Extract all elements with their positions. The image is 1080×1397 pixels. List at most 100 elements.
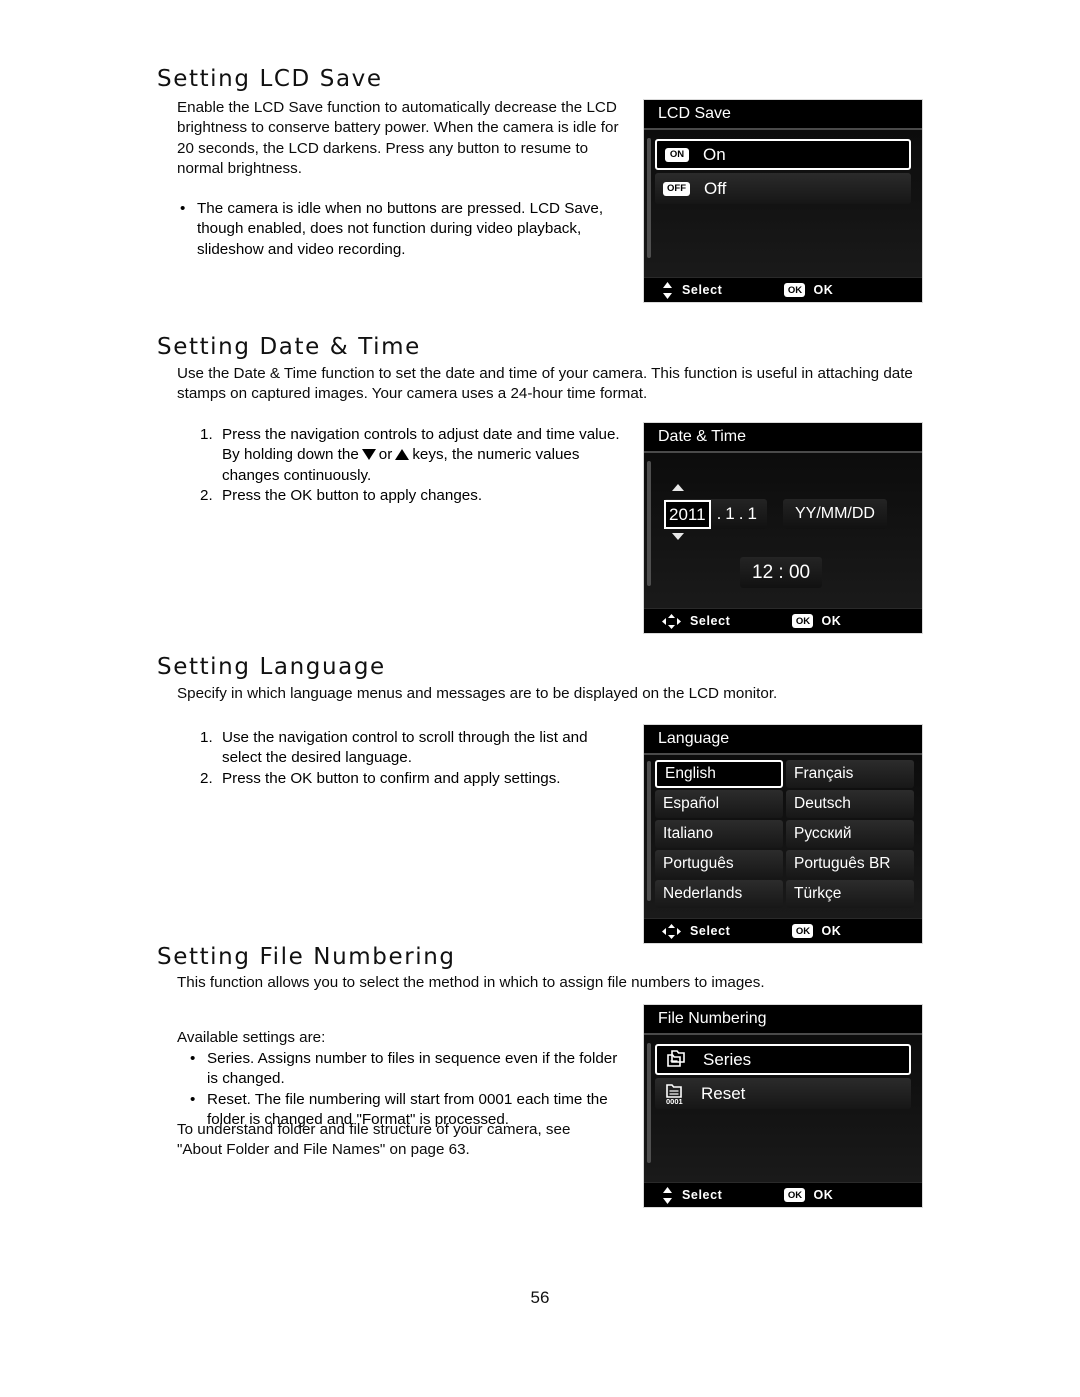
option-label-reset: Reset (701, 1083, 746, 1103)
scrollbar-track[interactable] (647, 761, 651, 901)
language-item-russian[interactable]: Русский (786, 820, 914, 848)
page-title-file-numbering: Setting File Numbering (157, 944, 456, 970)
date-value-group[interactable]: 2011 . 1 . 1 (664, 499, 767, 529)
step-marker: 1. (200, 729, 213, 746)
four-way-arrow-icon (662, 613, 681, 629)
date-time-footer: Select OK OK (644, 608, 922, 633)
lcd-screen-date-time: Date & Time 2011 . 1 . 1 YY/MM/DD 12 : 0… (643, 422, 923, 634)
language-steps: 1. Use the navigation control to scroll … (200, 728, 620, 789)
folder-series-icon (665, 1049, 689, 1071)
list-item: 2. Press the OK button to apply changes. (200, 486, 620, 506)
ok-hint-label: OK (821, 614, 842, 628)
file-numbering-footer: Select OK OK (644, 1182, 922, 1207)
year-field[interactable]: 2011 (664, 499, 711, 529)
day-field[interactable]: 1 (748, 504, 757, 524)
caret-up-icon[interactable] (672, 484, 684, 491)
month-field[interactable]: 1 (725, 504, 734, 524)
lcd-save-footer: Select OK OK (644, 277, 922, 302)
language-item-deutsch[interactable]: Deutsch (786, 790, 914, 818)
language-title: Language (658, 730, 730, 747)
step-text: Press the OK button to confirm and apply… (222, 769, 561, 787)
lcd-save-title-bar: LCD Save (644, 100, 922, 130)
lcd-screen-file-numbering: File Numbering Series 0001 Reset Select … (643, 1004, 923, 1208)
language-footer: Select OK OK (644, 918, 922, 943)
ok-badge-icon: OK (784, 1188, 806, 1202)
ok-hint-label: OK (813, 1188, 834, 1202)
bullet-text: Series. Assigns number to files in seque… (207, 1050, 618, 1088)
svg-text:0001: 0001 (666, 1097, 683, 1105)
lcd-screen-lcd-save: LCD Save ON On OFF Off Select OK OK (643, 99, 923, 303)
option-row-series[interactable]: Series (655, 1044, 911, 1075)
lcd-save-body: ON On OFF Off (644, 130, 922, 277)
step-marker: 1. (200, 426, 213, 443)
language-title-bar: Language (644, 725, 922, 755)
off-badge-icon: OFF (663, 181, 690, 196)
folder-reset-icon: 0001 (663, 1083, 687, 1106)
select-hint-label: Select (682, 1188, 723, 1202)
step-text: Press the OK button to apply changes. (222, 487, 483, 505)
option-label-on: On (703, 144, 726, 164)
date-row: 2011 . 1 . 1 YY/MM/DD (664, 499, 887, 529)
up-down-arrow-icon (662, 281, 673, 299)
page-title-language: Setting Language (157, 654, 386, 680)
bullet-dot-icon: • (190, 1050, 196, 1067)
list-item: 1. Use the navigation control to scroll … (200, 728, 620, 769)
date-time-body: 2011 . 1 . 1 YY/MM/DD 12 : 00 (644, 453, 922, 608)
bullet-dot-icon: • (180, 200, 186, 217)
date-separator-2: . (738, 504, 744, 523)
ok-badge-icon: OK (792, 924, 814, 938)
lcd-save-paragraph: Enable the LCD Save function to automati… (177, 99, 619, 178)
language-item-nederlands[interactable]: Nederlands (655, 880, 783, 908)
select-hint-label: Select (682, 283, 723, 297)
caret-down-icon[interactable] (672, 533, 684, 540)
language-item-italiano[interactable]: Italiano (655, 820, 783, 848)
file-numbering-paragraph: This function allows you to select the m… (177, 974, 765, 991)
language-paragraph: Specify in which language menus and mess… (177, 685, 778, 702)
up-down-arrow-icon (662, 1186, 673, 1204)
select-hint-label: Select (690, 614, 731, 628)
date-time-title-bar: Date & Time (644, 423, 922, 453)
arrow-up-icon (395, 449, 410, 461)
language-item-english[interactable]: English (655, 760, 783, 788)
date-time-steps: 1. Press the navigation controls to adju… (200, 425, 620, 507)
scrollbar-track[interactable] (647, 1043, 651, 1163)
page-title-date-time: Setting Date & Time (157, 334, 421, 360)
page-title-lcd-save: Setting LCD Save (157, 66, 383, 92)
step-text-part-2: or (378, 446, 393, 464)
language-item-turkce[interactable]: Türkçe (786, 880, 914, 908)
bullet-text: The camera is idle when no buttons are p… (197, 200, 604, 258)
file-numbering-title-bar: File Numbering (644, 1005, 922, 1035)
time-field[interactable]: 12 : 00 (740, 557, 823, 588)
option-label-off: Off (704, 178, 727, 198)
step-text: Use the navigation control to scroll thr… (222, 729, 588, 767)
scrollbar-track[interactable] (647, 138, 651, 258)
list-item: 2. Press the OK button to confirm and ap… (200, 769, 620, 789)
arrow-down-icon (361, 449, 376, 461)
step-text: Press the navigation controls to adjust … (222, 425, 620, 486)
date-separator-1: . (716, 504, 722, 523)
language-item-francais[interactable]: Français (786, 760, 914, 788)
manual-page: Setting LCD Save Enable the LCD Save fun… (0, 0, 1080, 1397)
lcd-save-bullets: • The camera is idle when no buttons are… (180, 199, 610, 260)
option-row-off[interactable]: OFF Off (655, 173, 911, 204)
language-body: English Français Español Deutsch Italian… (644, 755, 922, 918)
lcd-screen-language: Language English Français Español Deutsc… (643, 724, 923, 944)
file-numbering-title: File Numbering (658, 1010, 767, 1027)
scrollbar-track[interactable] (647, 461, 651, 586)
four-way-arrow-icon (662, 923, 681, 939)
date-format-field[interactable]: YY/MM/DD (782, 499, 887, 529)
ok-hint-label: OK (813, 283, 834, 297)
option-row-reset[interactable]: 0001 Reset (655, 1078, 911, 1109)
file-numbering-available-label: Available settings are: (177, 1029, 326, 1046)
select-hint-label: Select (690, 924, 731, 938)
language-grid: English Français Español Deutsch Italian… (644, 755, 922, 914)
language-item-portugues-br[interactable]: Português BR (786, 850, 914, 878)
ok-badge-icon: OK (784, 283, 806, 297)
date-time-title: Date & Time (658, 428, 747, 445)
option-row-on[interactable]: ON On (655, 139, 911, 170)
list-item: • The camera is idle when no buttons are… (180, 199, 610, 260)
date-time-paragraph: Use the Date & Time function to set the … (177, 365, 913, 403)
language-item-portugues[interactable]: Português (655, 850, 783, 878)
step-marker: 2. (200, 487, 213, 505)
language-item-espanol[interactable]: Español (655, 790, 783, 818)
